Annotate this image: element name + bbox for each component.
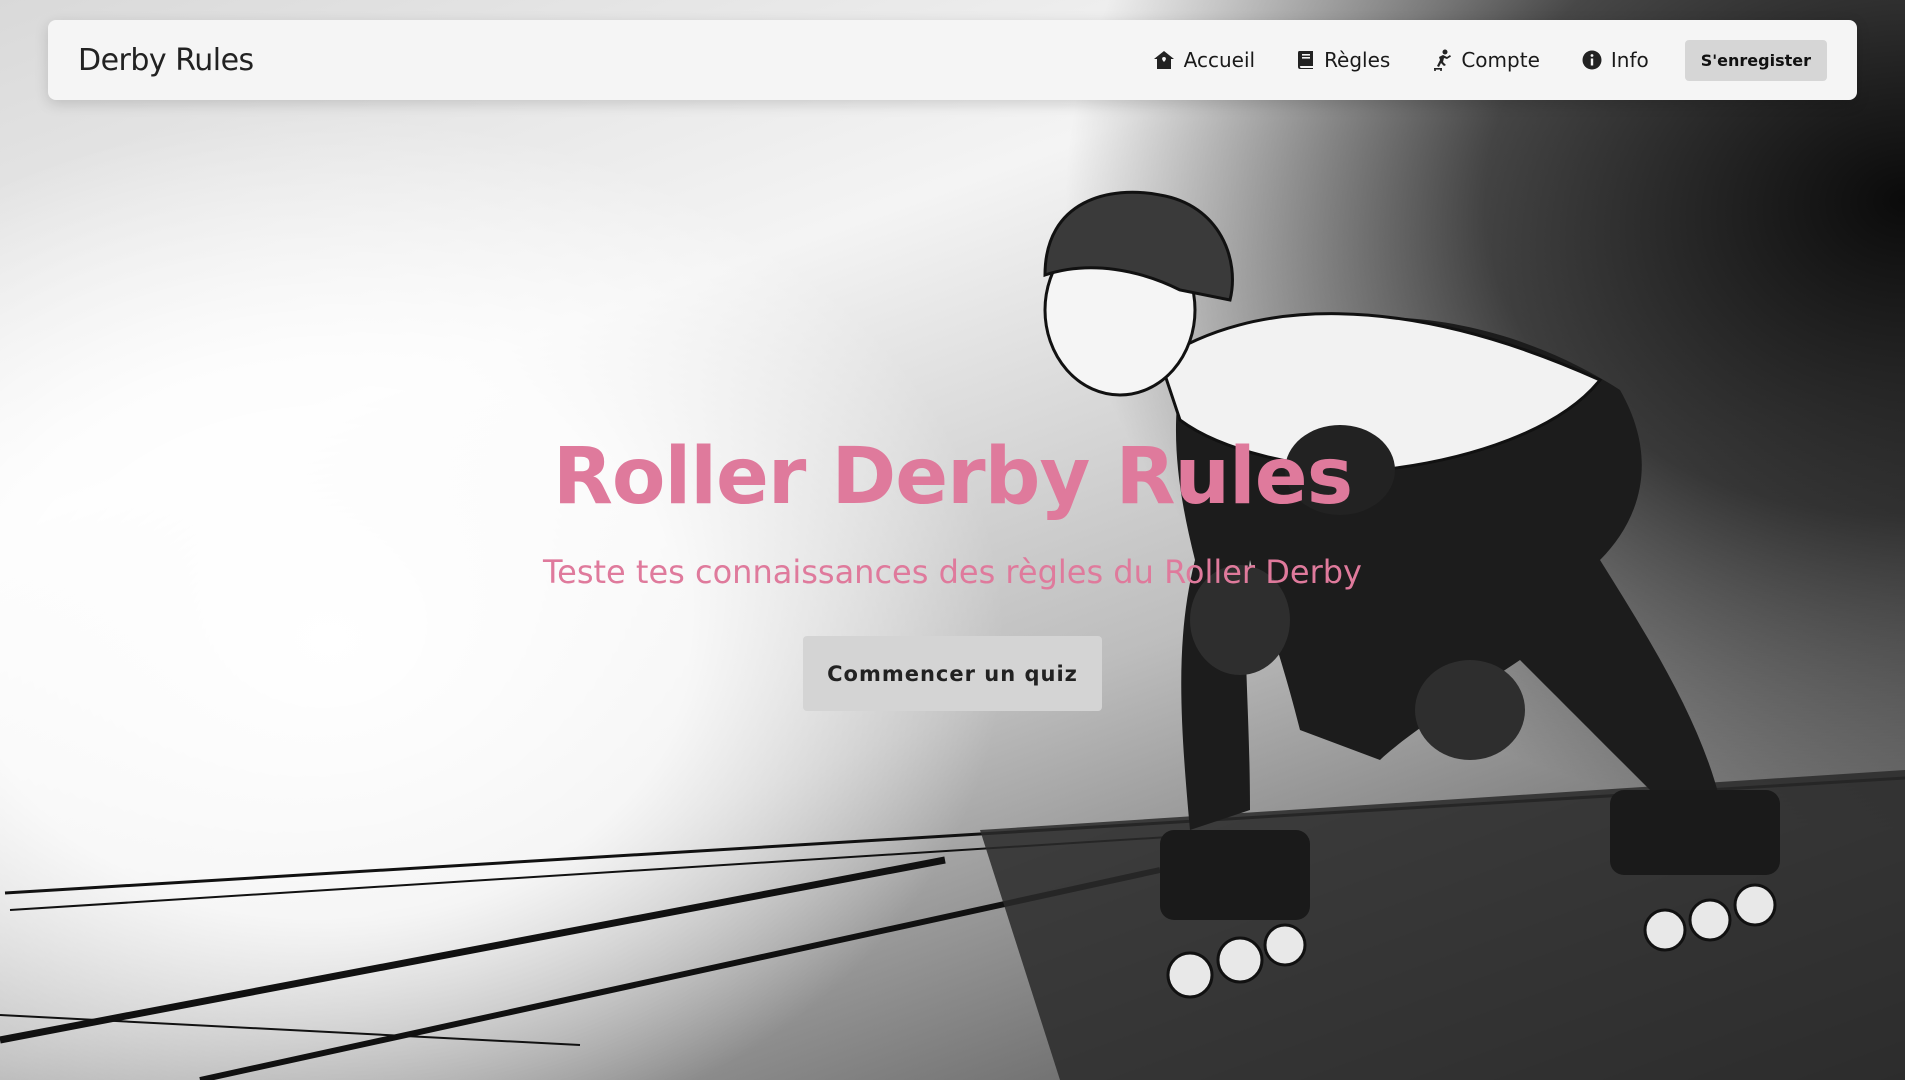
nav-menu: Accueil Règles Compte Info S'enregister (1111, 39, 1827, 81)
nav-item-compte[interactable]: Compte (1432, 48, 1540, 72)
nav-item-label: Accueil (1183, 48, 1256, 72)
nav-item-regles[interactable]: Règles (1297, 48, 1390, 72)
info-icon (1582, 50, 1602, 70)
nav-item-info[interactable]: Info (1582, 48, 1649, 72)
skater-icon (1434, 49, 1452, 71)
nav-item-label: Info (1610, 48, 1649, 72)
start-quiz-button[interactable]: Commencer un quiz (803, 636, 1102, 711)
book-icon (1298, 51, 1314, 69)
register-button[interactable]: S'enregister (1684, 39, 1827, 81)
track-line (0, 1014, 581, 1046)
nav-item-label: Règles (1324, 48, 1391, 72)
home-icon (1153, 51, 1174, 69)
nav-item-accueil[interactable]: Accueil (1153, 48, 1255, 72)
hero-background-image (0, 0, 1905, 1080)
hero-subtitle: Teste tes connaissances des règles du Ro… (543, 553, 1362, 591)
skater-illustration (0, 190, 1905, 1080)
hero-title: Roller Derby Rules (552, 432, 1353, 522)
nav-item-label: Compte (1461, 48, 1540, 72)
brand-logo-text[interactable]: Derby Rules (78, 43, 1111, 78)
top-navbar: Derby Rules Accueil Règles Compte Info S… (48, 20, 1857, 100)
